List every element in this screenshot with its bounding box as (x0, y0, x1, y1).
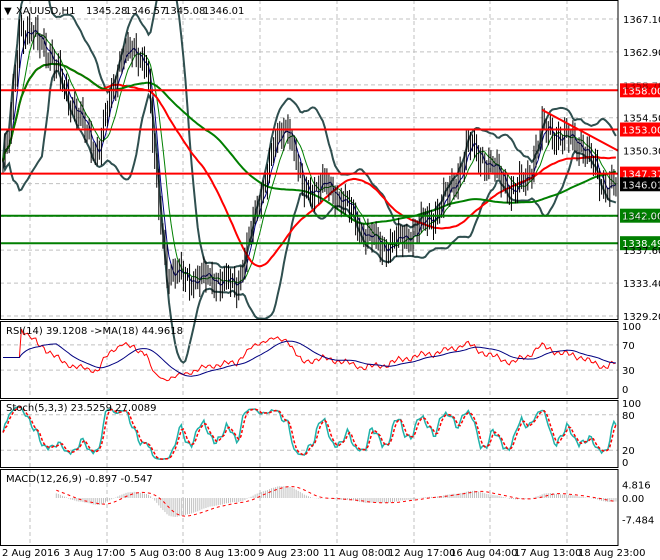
chart-svg[interactable]: 1358.001353.001347.371342.001338.491346.… (0, 0, 660, 560)
time-tick: 8 Aug 13:00 (195, 548, 256, 559)
time-tick: 11 Aug 08:00 (323, 548, 390, 559)
time-tick: 2 Aug 2016 (2, 548, 60, 559)
time-tick: 3 Aug 17:00 (64, 548, 125, 559)
header-open: 1345.28 (86, 6, 127, 17)
header-high: 1346.57 (125, 6, 166, 17)
price-tick: 1346.10 (623, 180, 660, 191)
stoch-tick: 20 (622, 446, 635, 457)
price-panel (0, 0, 619, 364)
time-tick: 12 Aug 17:00 (388, 548, 455, 559)
macd-signal-line (56, 486, 616, 517)
price-tick: 1333.40 (623, 279, 660, 290)
level-label: 1353.00 (622, 125, 660, 136)
time-tick: 9 Aug 23:00 (258, 548, 319, 559)
rsi-tick: 30 (622, 366, 635, 377)
rsi-tick: 0 (622, 385, 628, 396)
macd-tick: 0.00 (622, 494, 644, 505)
trading-chart[interactable]: 1358.00 1353.00 1347.37 1342.00 1338.49 1346.… (0, 0, 660, 560)
header-arrow-icon[interactable]: ▼ (4, 6, 12, 17)
price-tick: 1367.10 (623, 15, 660, 26)
header-low: 1345.08 (164, 6, 205, 17)
price-tick: 1337.60 (623, 246, 660, 257)
stoch-panel (0, 406, 618, 460)
price-tick: 1362.90 (623, 48, 660, 59)
macd-tick: -7.484 (622, 515, 654, 526)
header-close: 1346.01 (203, 6, 244, 17)
price-tick: 1350.30 (623, 147, 660, 158)
macd-panel (55, 486, 617, 517)
header-symbol: XAUUSD,H1 (16, 6, 75, 17)
time-tick: 5 Aug 03:00 (130, 548, 191, 559)
price-tick: 1358.70 (623, 81, 660, 92)
time-tick: 17 Aug 13:00 (514, 548, 581, 559)
macd-label: MACD(12,26,9) -0.897 -0.547 (6, 474, 153, 485)
stoch-label: Stoch(5,3,3) 23.5259 27.0089 (6, 403, 157, 414)
time-tick: 18 Aug 23:00 (578, 548, 645, 559)
rsi-tick: 100 (622, 322, 641, 333)
stoch-tick: 0 (622, 458, 628, 469)
rsi-tick: 70 (622, 341, 635, 352)
stoch-tick: 100 (622, 399, 641, 410)
stoch-tick: 80 (622, 411, 635, 422)
price-tick: 1354.50 (623, 114, 660, 125)
ma-slow-red (2, 62, 616, 268)
rsi-label: RSI(14) 39.1208 ->MA(18) 44.9618 (6, 326, 183, 337)
price-tick: 1341.90 (623, 212, 660, 223)
time-tick: 16 Aug 04:00 (450, 548, 517, 559)
macd-tick: 4.816 (622, 480, 651, 491)
bollinger-upper (2, 0, 617, 269)
